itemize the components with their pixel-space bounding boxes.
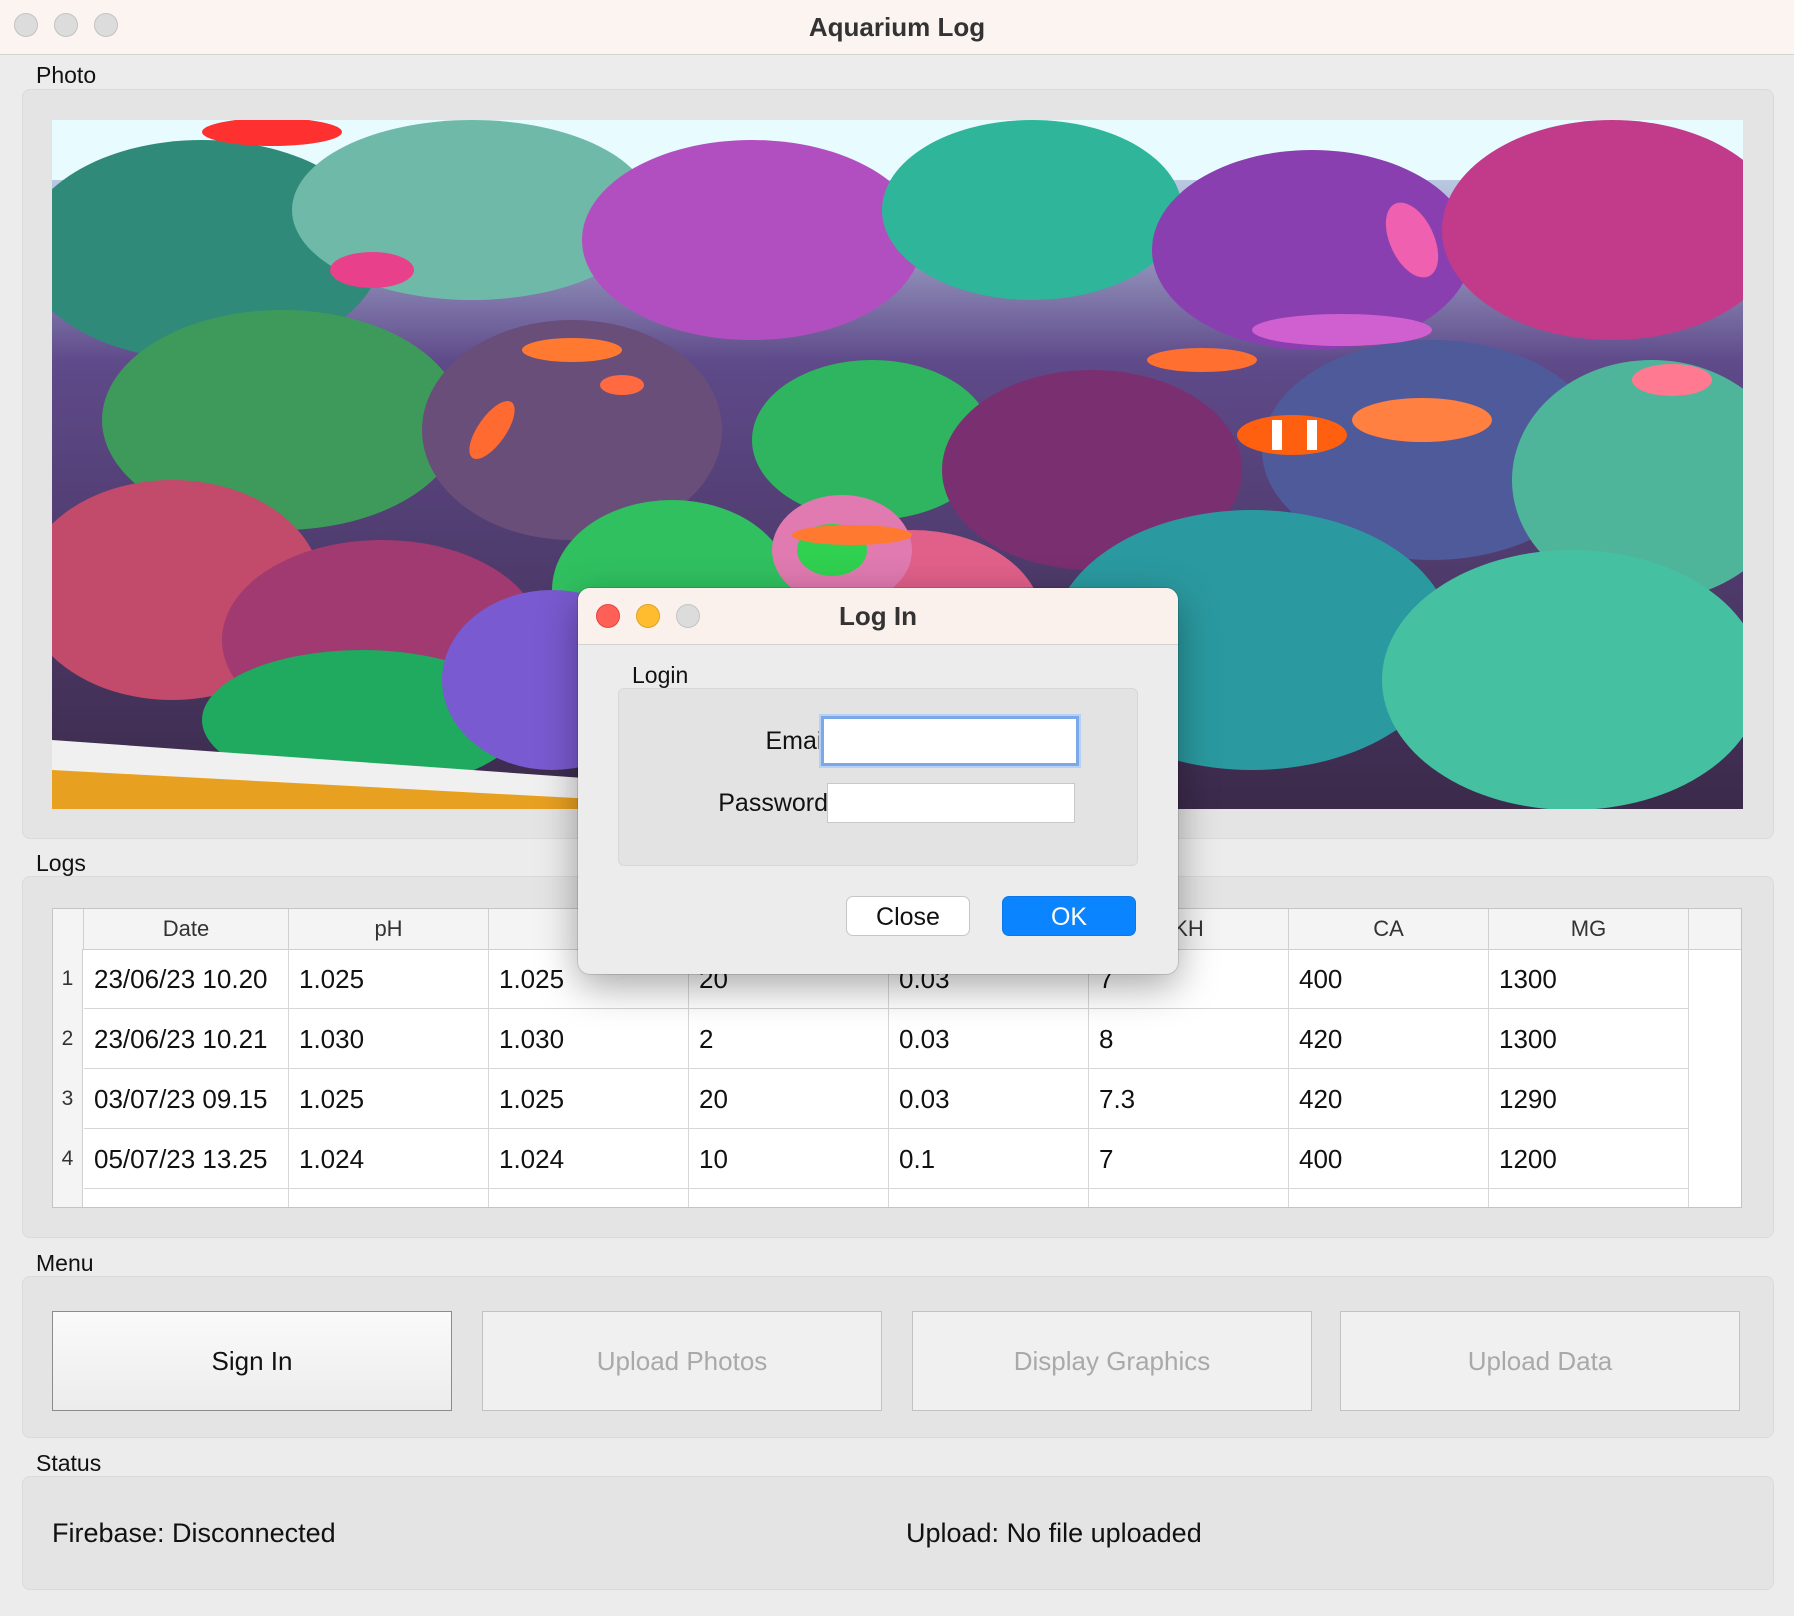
table-cell[interactable]: 23/06/23 10.21 bbox=[84, 1009, 289, 1069]
upload-photos-button[interactable]: Upload Photos bbox=[482, 1311, 882, 1411]
close-button[interactable]: Close bbox=[846, 896, 970, 936]
table-cell[interactable]: 420 bbox=[1289, 1009, 1489, 1069]
table-cell[interactable]: 400 bbox=[1289, 1129, 1489, 1189]
table-cell[interactable]: 03/07/23 09.15 bbox=[84, 1069, 289, 1129]
column-header-ph[interactable]: pH bbox=[289, 909, 489, 949]
table-cell[interactable]: 1.030 bbox=[489, 1009, 689, 1069]
table-cell bbox=[84, 1189, 289, 1207]
row-number[interactable]: 1 bbox=[53, 949, 83, 1009]
password-label: Password bbox=[718, 789, 828, 817]
email-label: Email bbox=[765, 727, 828, 755]
firebase-status: Firebase: Disconnected bbox=[52, 1518, 336, 1548]
upload-status: Upload: No file uploaded bbox=[906, 1518, 1202, 1548]
table-cell bbox=[289, 1189, 489, 1207]
dialog-titlebar: Log In bbox=[578, 588, 1178, 645]
row-number[interactable]: 3 bbox=[53, 1069, 83, 1129]
table-cell bbox=[1289, 1189, 1489, 1207]
table-cell[interactable]: 05/07/23 13.25 bbox=[84, 1129, 289, 1189]
table-cell bbox=[1089, 1189, 1289, 1207]
table-cell[interactable]: 0.03 bbox=[889, 1009, 1089, 1069]
status-section-label: Status bbox=[36, 1450, 102, 1476]
row-number bbox=[53, 1189, 83, 1207]
column-header-mg[interactable]: MG bbox=[1489, 909, 1689, 949]
display-graphics-button[interactable]: Display Graphics bbox=[912, 1311, 1312, 1411]
table-cell[interactable]: 1.024 bbox=[489, 1129, 689, 1189]
table-cell[interactable]: 2 bbox=[689, 1009, 889, 1069]
table-cell bbox=[489, 1189, 689, 1207]
table-cell[interactable]: 400 bbox=[1289, 949, 1489, 1009]
login-group bbox=[618, 688, 1138, 866]
table-cell[interactable]: 0.03 bbox=[889, 1069, 1089, 1129]
table-corner bbox=[53, 909, 84, 949]
table-cell[interactable]: 7 bbox=[1089, 1129, 1289, 1189]
logs-section-label: Logs bbox=[36, 850, 86, 876]
login-group-label: Login bbox=[632, 662, 689, 688]
upload-data-button[interactable]: Upload Data bbox=[1340, 1311, 1740, 1411]
table-cell[interactable]: 1.030 bbox=[289, 1009, 489, 1069]
table-cell bbox=[1489, 1189, 1689, 1207]
table-cell[interactable]: 1300 bbox=[1489, 949, 1689, 1009]
table-cell[interactable]: 0.1 bbox=[889, 1129, 1089, 1189]
menu-section-label: Menu bbox=[36, 1250, 94, 1276]
table-cell[interactable]: 20 bbox=[689, 1069, 889, 1129]
window-titlebar: Aquarium Log bbox=[0, 0, 1794, 55]
sign-in-button[interactable]: Sign In bbox=[52, 1311, 452, 1411]
row-number[interactable]: 2 bbox=[53, 1009, 83, 1069]
table-cell[interactable]: 10 bbox=[689, 1129, 889, 1189]
table-cell[interactable]: 1.025 bbox=[289, 949, 489, 1009]
column-header-date[interactable]: Date bbox=[84, 909, 289, 949]
email-field[interactable] bbox=[821, 716, 1079, 766]
photo-section-label: Photo bbox=[36, 62, 97, 88]
table-cell[interactable]: 23/06/23 10.20 bbox=[84, 949, 289, 1009]
table-cell[interactable]: 1300 bbox=[1489, 1009, 1689, 1069]
table-cell[interactable]: 1.024 bbox=[289, 1129, 489, 1189]
dialog-title: Log In bbox=[839, 601, 917, 631]
row-number[interactable]: 4 bbox=[53, 1129, 83, 1189]
table-cell[interactable]: 1.025 bbox=[289, 1069, 489, 1129]
password-field[interactable] bbox=[827, 783, 1075, 823]
table-cell[interactable]: 1200 bbox=[1489, 1129, 1689, 1189]
table-cell bbox=[689, 1189, 889, 1207]
window-title: Aquarium Log bbox=[808, 12, 986, 42]
table-cell[interactable]: 7.3 bbox=[1089, 1069, 1289, 1129]
table-cell bbox=[889, 1189, 1089, 1207]
table-cell[interactable]: 8 bbox=[1089, 1009, 1289, 1069]
table-cell[interactable]: 1290 bbox=[1489, 1069, 1689, 1129]
login-dialog: Log In Login Email Password Close OK bbox=[578, 588, 1178, 974]
ok-button[interactable]: OK bbox=[1002, 896, 1136, 936]
column-header-ca[interactable]: CA bbox=[1289, 909, 1489, 949]
table-cell[interactable]: 1.025 bbox=[489, 1069, 689, 1129]
table-cell[interactable]: 420 bbox=[1289, 1069, 1489, 1129]
